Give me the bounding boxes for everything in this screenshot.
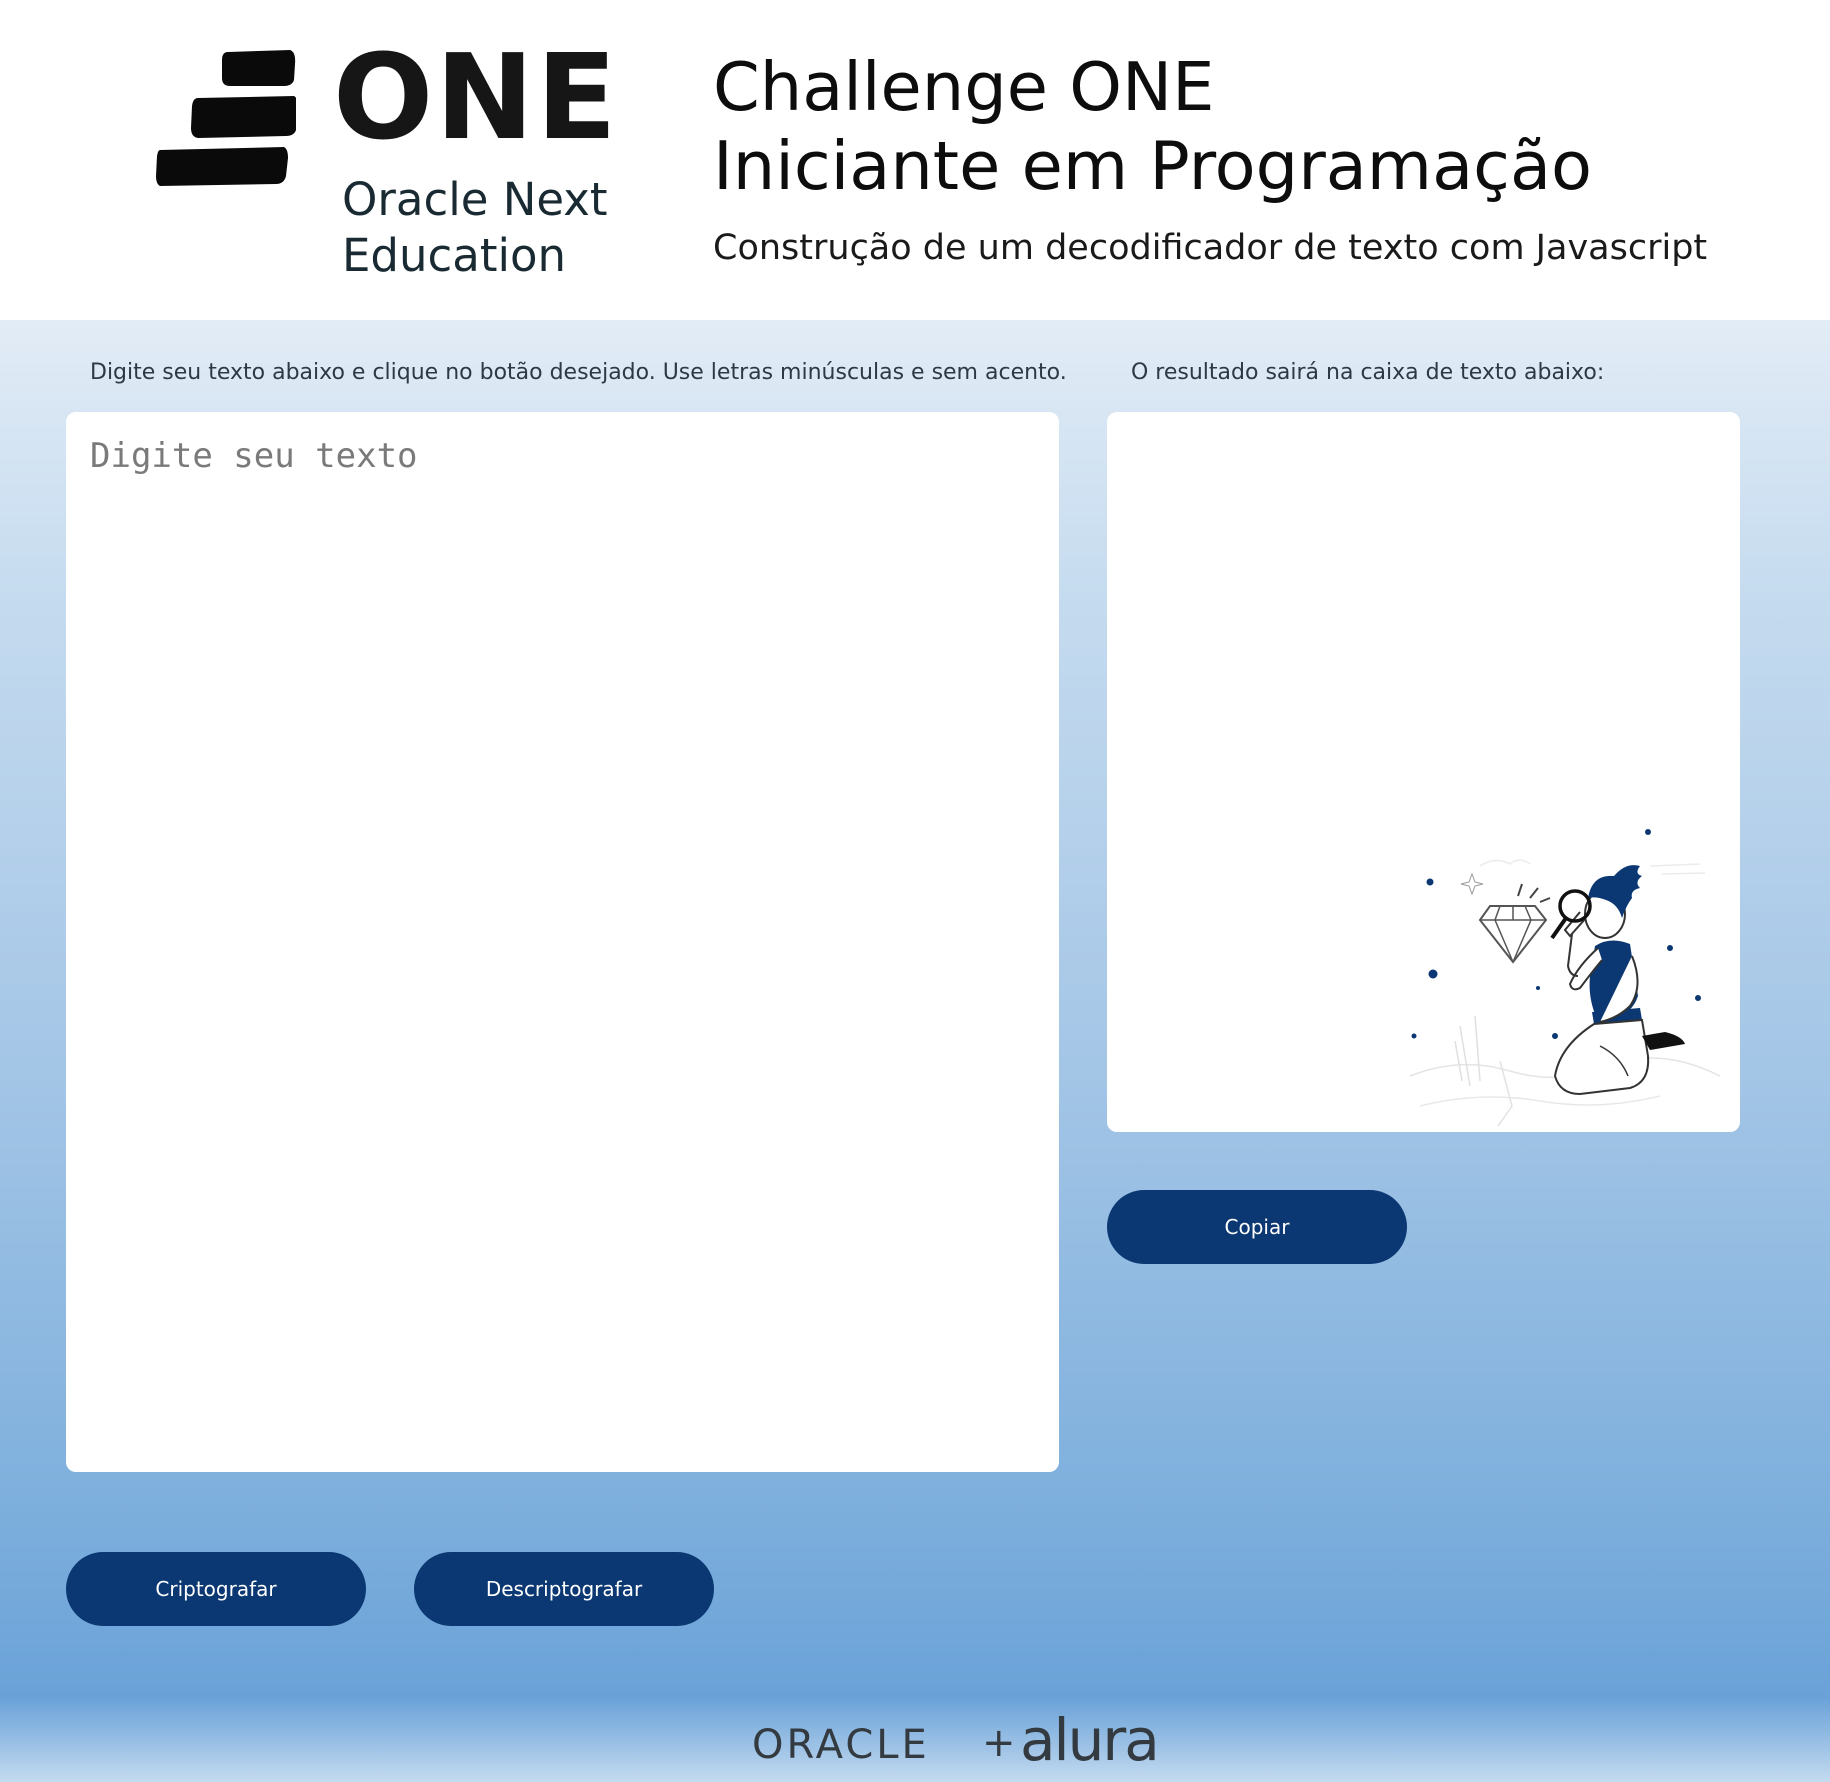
one-logo-icon: [156, 50, 296, 186]
encrypt-button[interactable]: Criptografar: [66, 1552, 366, 1626]
main-content: Digite seu texto abaixo e clique no botã…: [0, 320, 1830, 1698]
page-footer: ORACLE + alura: [0, 1698, 1830, 1782]
logo-subtitle-line2: Education: [342, 229, 567, 282]
copy-button[interactable]: Copiar: [1107, 1190, 1407, 1264]
page-title-line2: Iniciante em Programação: [713, 127, 1593, 205]
logo-subtitle: Oracle Next Education: [342, 172, 608, 284]
brand-separator: +: [982, 1720, 1016, 1766]
result-output: [1107, 412, 1740, 1132]
text-input[interactable]: [66, 412, 1059, 1472]
result-text: [1107, 412, 1740, 460]
one-logo-text: ONE: [333, 28, 619, 166]
page-subtitle: Construção de um decodificador de texto …: [713, 228, 1708, 268]
decrypt-button[interactable]: Descriptografar: [414, 1552, 714, 1626]
page-header: ONE Oracle Next Education Challenge ONE …: [0, 0, 1830, 320]
oracle-logo-text: ORACLE: [752, 1722, 930, 1768]
logo-subtitle-line1: Oracle Next: [342, 173, 608, 226]
output-instruction: O resultado sairá na caixa de texto abai…: [1131, 360, 1605, 385]
person-magnifier-illustration: [1409, 829, 1721, 1126]
input-instruction: Digite seu texto abaixo e clique no botã…: [90, 360, 1067, 385]
alura-logo-text: alura: [1020, 1706, 1160, 1774]
page-title-line1: Challenge ONE: [713, 48, 1215, 126]
page-title: Challenge ONE Iniciante em Programação: [713, 48, 1592, 206]
